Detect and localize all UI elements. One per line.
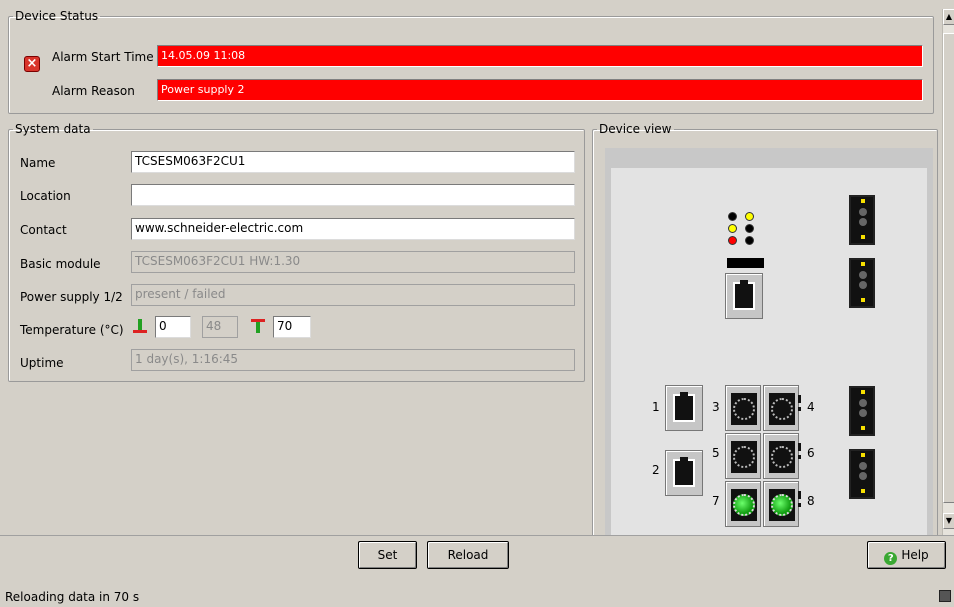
- signal-connector-1: [849, 386, 875, 436]
- name-label: Name: [20, 156, 56, 170]
- port-3[interactable]: [725, 385, 761, 431]
- port-number-7: 7: [712, 494, 720, 508]
- alarm-start-label: Alarm Start Time: [52, 50, 154, 64]
- status-led: [728, 236, 737, 245]
- device-view-legend: Device view: [599, 122, 672, 136]
- device-status-legend: Device Status: [15, 9, 99, 23]
- temp-max-icon: [251, 319, 265, 333]
- management-port[interactable]: [725, 273, 763, 319]
- port-6[interactable]: [763, 433, 801, 479]
- port-number-4: 4: [807, 400, 815, 414]
- alarm-start-value: 14.05.09 11:08: [157, 45, 923, 67]
- name-field[interactable]: TCSESM063F2CU1: [131, 151, 575, 173]
- port-number-2: 2: [652, 463, 660, 477]
- port-7[interactable]: [725, 481, 761, 527]
- power-supply-label: Power supply 1/2: [20, 290, 123, 304]
- signal-connector-2: [849, 449, 875, 499]
- error-x-icon: ×: [24, 56, 40, 72]
- port-2[interactable]: [665, 450, 703, 496]
- port-number-1: 1: [652, 400, 660, 414]
- contact-label: Contact: [20, 223, 67, 237]
- status-led: [745, 236, 754, 245]
- vertical-scrollbar[interactable]: ▲ ▼: [942, 9, 954, 535]
- port-number-6: 6: [807, 446, 815, 460]
- help-button-label: Help: [901, 548, 929, 562]
- device-front-panel: [611, 168, 927, 535]
- main-panel: Device Status × Alarm Start Time 14.05.0…: [0, 0, 942, 535]
- alarm-reason-value: Power supply 2: [157, 79, 923, 101]
- port-1[interactable]: [665, 385, 703, 431]
- resize-grip-icon[interactable]: [939, 590, 951, 602]
- temperature-label: Temperature (°C): [20, 323, 124, 337]
- port-number-8: 8: [807, 494, 815, 508]
- status-led: [745, 212, 754, 221]
- location-label: Location: [20, 189, 71, 203]
- port-5[interactable]: [725, 433, 761, 479]
- system-data-legend: System data: [15, 122, 91, 136]
- temp-min-field[interactable]: 0: [155, 316, 191, 338]
- scrollbar-thumb[interactable]: [943, 33, 954, 503]
- power-connector-2: [849, 258, 875, 308]
- port-number-3: 3: [712, 400, 720, 414]
- temp-min-icon: [133, 319, 147, 333]
- set-button[interactable]: Set: [358, 541, 417, 569]
- separator: [0, 535, 954, 536]
- status-led: [745, 224, 754, 233]
- power-connector-1: [849, 195, 875, 245]
- basic-module-field: TCSESM063F2CU1 HW:1.30: [131, 251, 575, 273]
- alarm-reason-label: Alarm Reason: [52, 84, 135, 98]
- power-supply-field: present / failed: [131, 284, 575, 306]
- help-icon: ?: [884, 552, 898, 565]
- port-4[interactable]: [763, 385, 801, 431]
- location-field[interactable]: [131, 184, 575, 206]
- scroll-up-arrow-icon[interactable]: ▲: [943, 9, 954, 25]
- contact-field[interactable]: www.schneider-electric.com: [131, 218, 575, 240]
- reload-button[interactable]: Reload: [427, 541, 509, 569]
- scroll-down-arrow-icon[interactable]: ▼: [943, 513, 954, 529]
- port-number-5: 5: [712, 446, 720, 460]
- help-button[interactable]: ? Help: [867, 541, 946, 569]
- temp-max-field[interactable]: 70: [273, 316, 311, 338]
- temp-current-field: 48: [202, 316, 238, 338]
- status-led: [728, 224, 737, 233]
- uptime-label: Uptime: [20, 356, 64, 370]
- status-text: Reloading data in 70 s: [5, 590, 140, 604]
- uptime-field: 1 day(s), 1:16:45: [131, 349, 575, 371]
- port-8[interactable]: [763, 481, 801, 527]
- basic-module-label: Basic module: [20, 257, 101, 271]
- device-label-strip: [727, 258, 764, 268]
- status-led: [728, 212, 737, 221]
